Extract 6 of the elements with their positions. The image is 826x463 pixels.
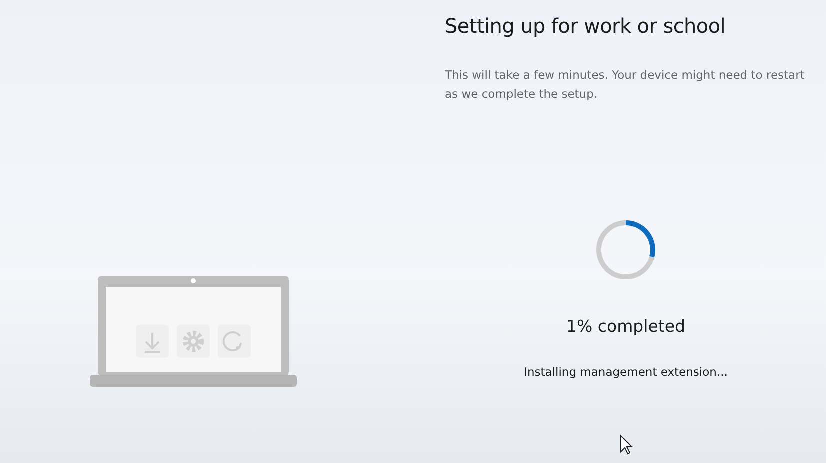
progress-percentage: 1% completed <box>566 316 686 338</box>
page-title: Setting up for work or school <box>445 14 727 38</box>
status-text: Installing management extension... <box>524 364 728 381</box>
loading-spinner-icon <box>595 219 657 281</box>
mouse-pointer-icon <box>620 435 634 455</box>
description-text: This will take a few minutes. Your device might need to restart as we complete the setup. <box>445 67 806 103</box>
